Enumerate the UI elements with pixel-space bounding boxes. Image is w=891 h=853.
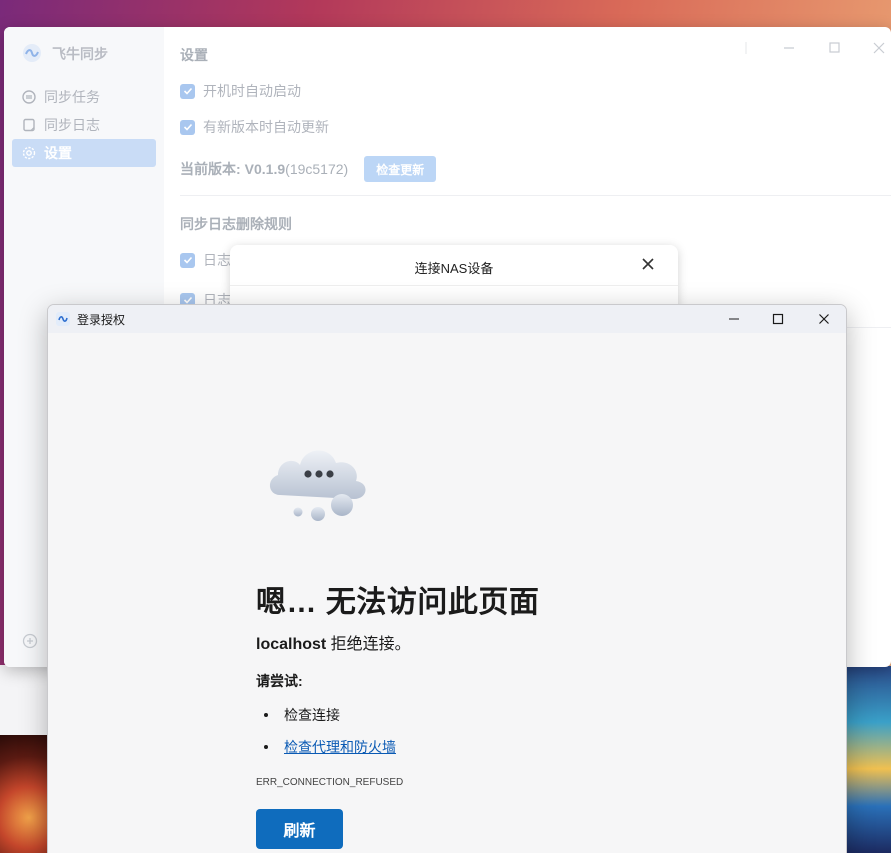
desktop-window-fragment bbox=[0, 665, 48, 735]
desktop-wallpaper-left bbox=[0, 735, 48, 853]
maximize-icon bbox=[772, 313, 784, 325]
checkbox-checked-icon[interactable] bbox=[180, 252, 195, 268]
log-rules-title: 同步日志删除规则 bbox=[180, 216, 292, 232]
close-icon[interactable] bbox=[872, 41, 886, 55]
version-number: V0.1.9 bbox=[244, 161, 286, 177]
version-build: (19c5172) bbox=[285, 161, 349, 177]
checkbox-checked-icon[interactable] bbox=[180, 119, 195, 135]
auth-titlebar[interactable]: 登录授权 bbox=[48, 305, 846, 333]
auth-window: 登录授权 嗯… 无法访问此页面 localhost 拒绝连接。 请尝试: 检查连… bbox=[47, 304, 847, 853]
sidebar-item-label: 同步日志 bbox=[44, 117, 100, 133]
window-title: 登录授权 bbox=[77, 313, 126, 327]
sync-icon bbox=[22, 90, 36, 104]
sidebar-item-sync-log[interactable]: 同步日志 bbox=[12, 111, 156, 139]
check-update-button[interactable]: 检查更新 bbox=[364, 156, 437, 182]
page-title: 设置 bbox=[180, 47, 208, 63]
version-row: 当前版本: V0.1.9 (19c5172) 检查更新 bbox=[180, 156, 437, 182]
tip-link[interactable]: 检查代理和防火墙 bbox=[284, 737, 396, 757]
error-message-text: 拒绝连接。 bbox=[326, 636, 411, 653]
minimize-button[interactable] bbox=[726, 311, 742, 327]
desktop-wallpaper-right bbox=[846, 666, 891, 853]
bullet-icon bbox=[264, 745, 268, 749]
checkbox-checked-icon[interactable] bbox=[180, 83, 195, 99]
sidebar-item-sync-tasks[interactable]: 同步任务 bbox=[12, 83, 156, 111]
list-item: 检查代理和防火墙 bbox=[264, 737, 396, 757]
tip-text: 检查连接 bbox=[284, 707, 340, 723]
log-icon bbox=[23, 118, 35, 132]
divider bbox=[180, 195, 891, 196]
app-logo-icon bbox=[56, 312, 70, 326]
app-title: 飞牛同步 bbox=[52, 46, 108, 62]
setting-label: 有新版本时自动更新 bbox=[203, 119, 329, 135]
bullet-icon bbox=[264, 713, 268, 717]
minimize-icon bbox=[729, 318, 739, 320]
error-heading: 嗯… 无法访问此页面 bbox=[256, 586, 540, 619]
close-icon bbox=[819, 314, 829, 324]
minimize-icon[interactable] bbox=[782, 41, 796, 55]
log-rule-item[interactable]: 日志 bbox=[180, 250, 231, 270]
sidebar-item-label: 同步任务 bbox=[44, 89, 100, 105]
list-item: 检查连接 bbox=[264, 705, 340, 725]
setting-label: 开机时自动启动 bbox=[203, 83, 301, 99]
error-code: ERR_CONNECTION_REFUSED bbox=[256, 777, 404, 788]
app-logo-icon bbox=[23, 44, 41, 62]
gear-icon bbox=[22, 146, 36, 160]
log-rule-label: 日志 bbox=[203, 252, 231, 268]
error-message: localhost 拒绝连接。 bbox=[256, 630, 411, 654]
setting-autostart[interactable]: 开机时自动启动 bbox=[180, 81, 301, 101]
app-divider-icon bbox=[745, 42, 747, 54]
setting-autoupdate[interactable]: 有新版本时自动更新 bbox=[180, 117, 329, 137]
maximize-button[interactable] bbox=[770, 311, 786, 327]
maximize-icon[interactable] bbox=[828, 41, 842, 55]
close-button[interactable] bbox=[816, 311, 832, 327]
sidebar-item-settings[interactable]: 设置 bbox=[12, 139, 156, 167]
error-host: localhost bbox=[256, 636, 327, 653]
close-icon[interactable] bbox=[641, 257, 655, 271]
sidebar-item-label: 设置 bbox=[44, 145, 72, 161]
dialog-title: 连接NAS设备 bbox=[414, 261, 494, 276]
add-icon[interactable] bbox=[22, 633, 38, 649]
divider bbox=[230, 285, 678, 286]
cloud-error-icon bbox=[269, 450, 366, 521]
version-label: 当前版本: bbox=[180, 161, 241, 177]
try-label: 请尝试: bbox=[256, 673, 303, 689]
refresh-button[interactable]: 刷新 bbox=[256, 809, 343, 849]
